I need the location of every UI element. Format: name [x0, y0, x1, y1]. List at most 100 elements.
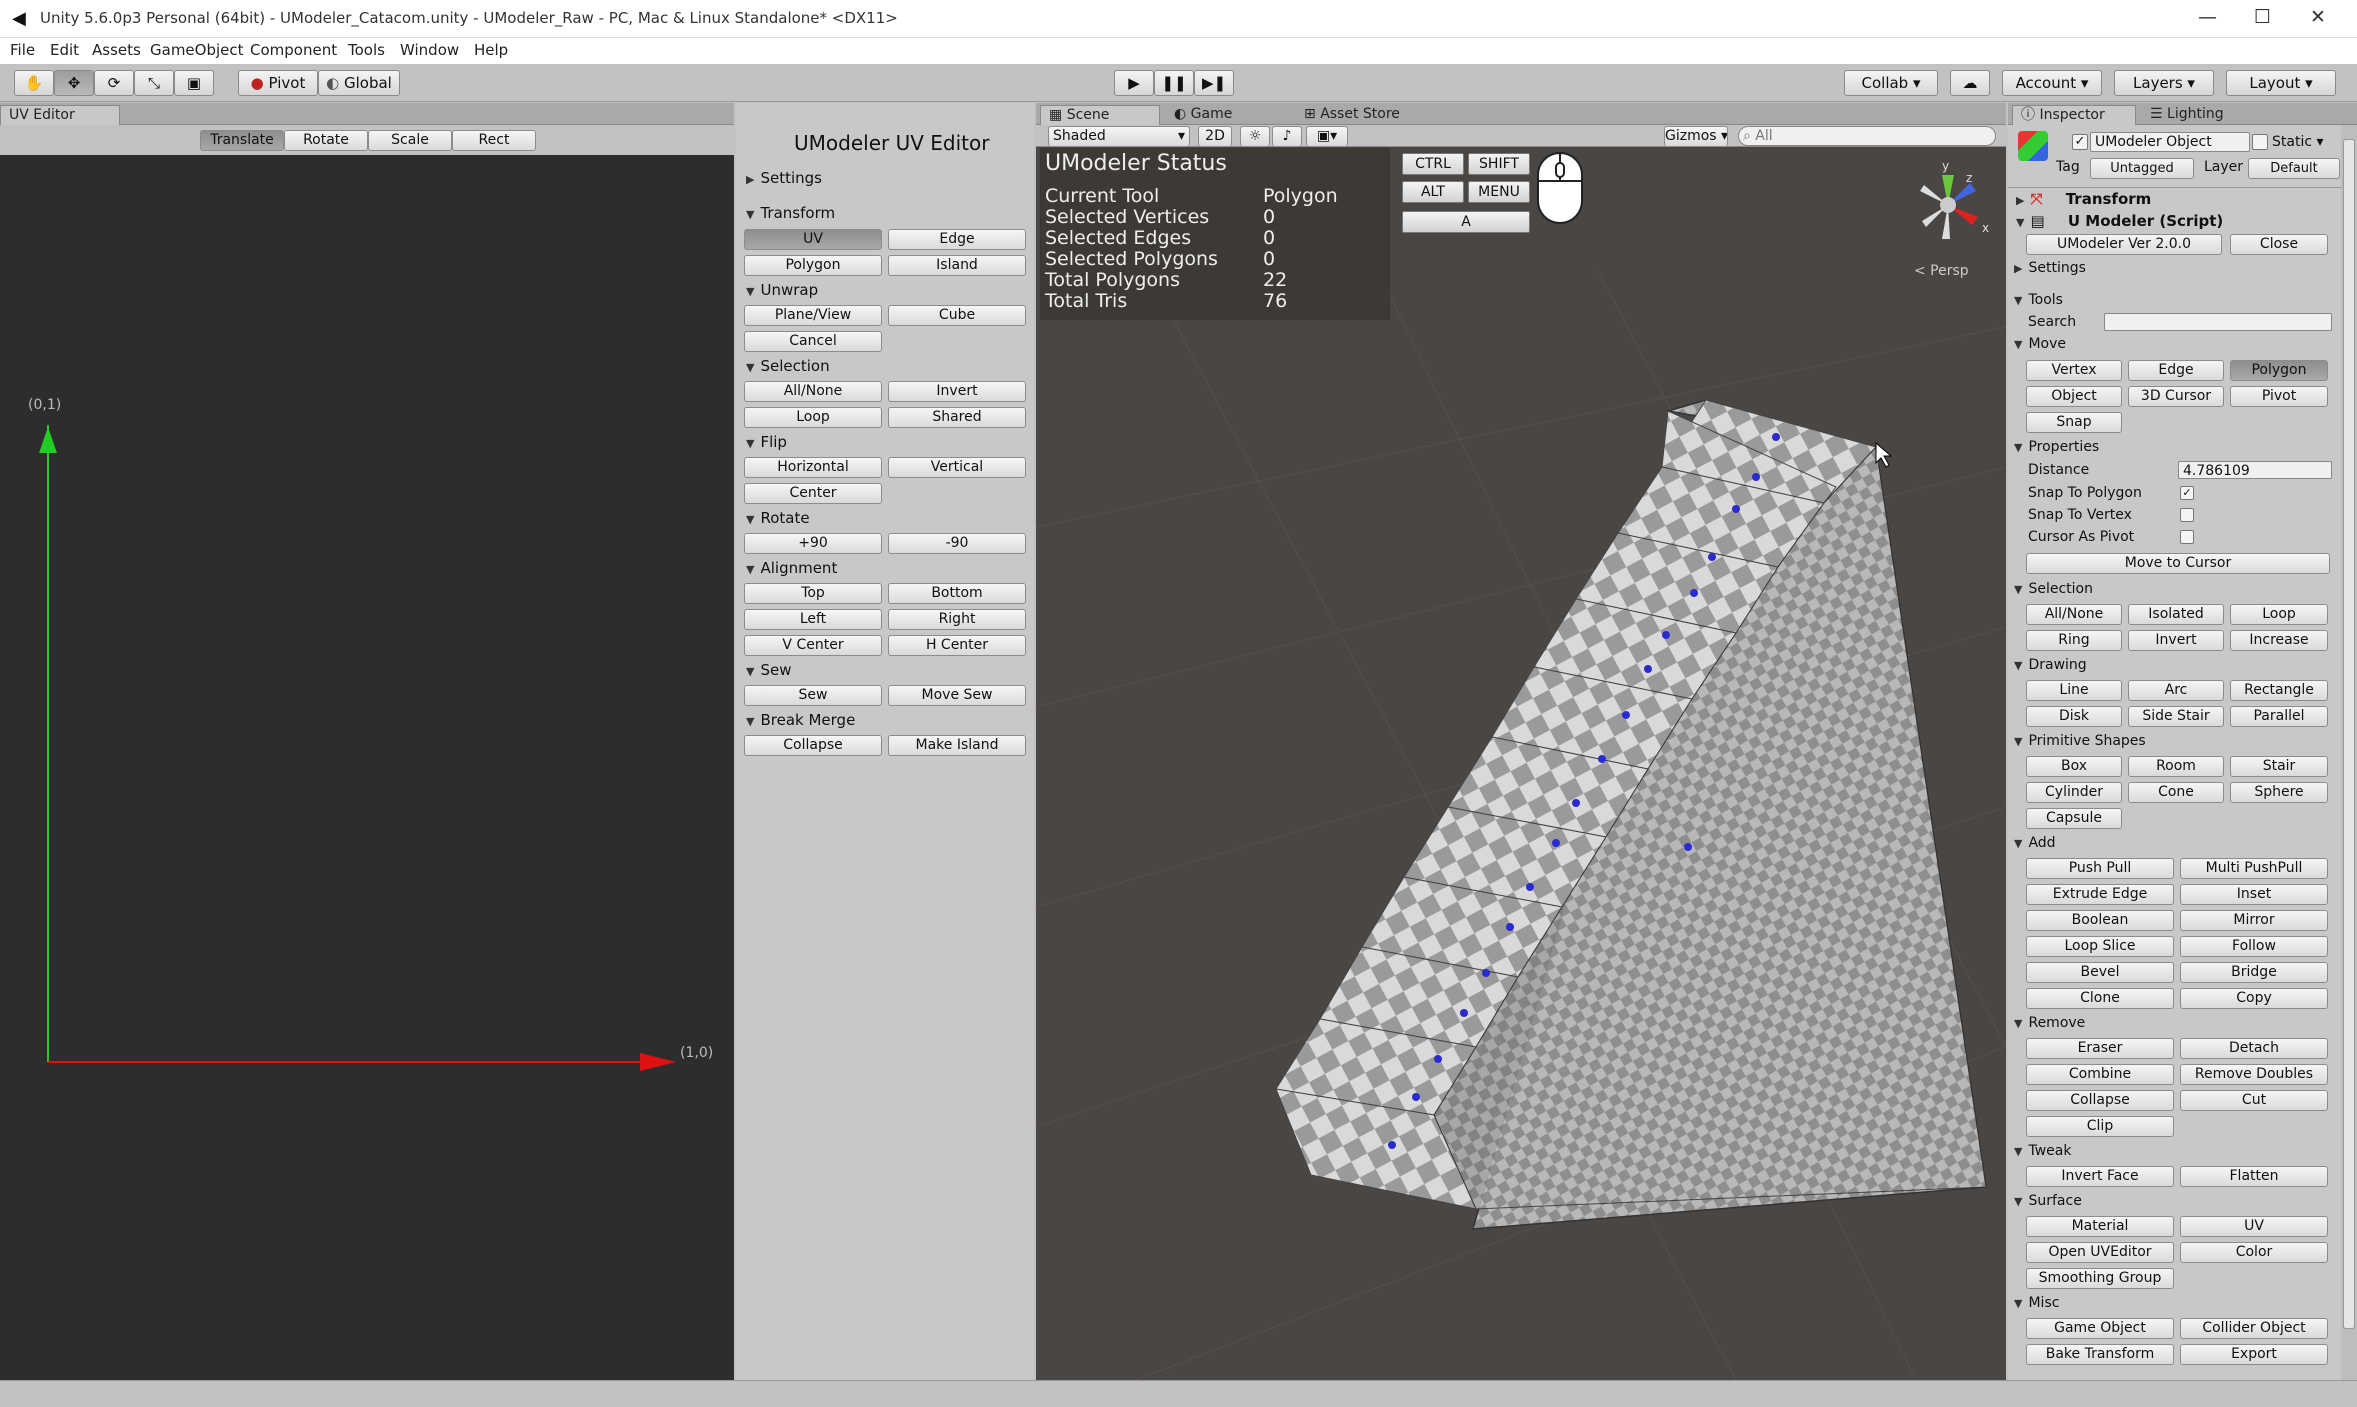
detach-button[interactable]: Detach [2180, 1038, 2328, 1059]
uv-all-none-button[interactable]: All/None [744, 381, 882, 402]
sel-all-none-button[interactable]: All/None [2026, 604, 2122, 625]
tab-scene[interactable]: ▦ Scene [1040, 105, 1160, 125]
persp-label[interactable]: < Persp [1914, 263, 1969, 279]
account-dropdown[interactable]: Account ▾ [2002, 70, 2102, 96]
move-to-cursor-button[interactable]: Move to Cursor [2026, 553, 2330, 574]
tab-inspector[interactable]: ⓘ Inspector [2012, 105, 2136, 125]
scene-viewport[interactable] [1036, 147, 2006, 1380]
inset-button[interactable]: Inset [2180, 884, 2328, 905]
sew-button[interactable]: Sew [744, 685, 882, 706]
extrude-edge-button[interactable]: Extrude Edge [2026, 884, 2174, 905]
move-object-button[interactable]: Object [2026, 386, 2122, 407]
snap-to-vertex-checkbox[interactable] [2180, 508, 2194, 522]
scale-tool-icon[interactable]: ⤡ [134, 70, 174, 96]
section-break-merge[interactable]: ▼ Break Merge [746, 711, 855, 729]
tag-dropdown[interactable]: Untagged [2090, 158, 2194, 179]
menu-component[interactable]: Component [250, 41, 337, 59]
inspector-section-settings[interactable]: ▶ Settings [2014, 260, 2086, 276]
smoothing-group-button[interactable]: Smoothing Group [2026, 1268, 2174, 1289]
rotate-tool-icon[interactable]: ⟳ [94, 70, 134, 96]
prim-capsule-button[interactable]: Capsule [2026, 808, 2122, 829]
cancel-unwrap-button[interactable]: Cancel [744, 331, 882, 352]
hand-tool-icon[interactable]: ✋ [14, 70, 54, 96]
push-pull-button[interactable]: Push Pull [2026, 858, 2174, 879]
menu-help[interactable]: Help [474, 41, 508, 59]
lighting-toggle-icon[interactable]: ☼ [1240, 126, 1270, 147]
distance-field[interactable]: 4.786109 [2178, 461, 2332, 479]
move-sew-button[interactable]: Move Sew [888, 685, 1026, 706]
flip-vertical-button[interactable]: Vertical [888, 457, 1026, 478]
layout-dropdown[interactable]: Layout ▾ [2226, 70, 2336, 96]
umodeler-script-header[interactable]: ▼ ▤ U Modeler (Script) [2016, 212, 2223, 230]
clip-button[interactable]: Clip [2026, 1116, 2174, 1137]
version-button[interactable]: UModeler Ver 2.0.0 [2026, 234, 2222, 255]
inspector-section-selection[interactable]: ▼ Selection [2014, 581, 2093, 597]
cube-unwrap-button[interactable]: Cube [888, 305, 1026, 326]
clone-button[interactable]: Clone [2026, 988, 2174, 1009]
uv-mode-island-button[interactable]: Island [888, 255, 1026, 276]
sel-isolated-button[interactable]: Isolated [2128, 604, 2224, 625]
uv-mode-scale[interactable]: Scale [368, 130, 452, 151]
combine-button[interactable]: Combine [2026, 1064, 2174, 1085]
section-rotate[interactable]: ▼ Rotate [746, 509, 810, 527]
cloud-icon[interactable]: ☁ [1950, 70, 1990, 96]
scene-search-input[interactable]: ⌕ All [1738, 126, 1996, 146]
inspector-section-tweak[interactable]: ▼ Tweak [2014, 1143, 2071, 1159]
copy-button[interactable]: Copy [2180, 988, 2328, 1009]
prim-cone-button[interactable]: Cone [2128, 782, 2224, 803]
cut-button[interactable]: Cut [2180, 1090, 2328, 1111]
uv-button[interactable]: UV [2180, 1216, 2328, 1237]
sel-invert-button[interactable]: Invert [2128, 630, 2224, 651]
sel-increase-button[interactable]: Increase [2230, 630, 2328, 651]
flatten-button[interactable]: Flatten [2180, 1166, 2328, 1187]
scrollbar-thumb[interactable] [2343, 139, 2355, 1329]
step-button[interactable]: ▶❚ [1194, 70, 1234, 96]
move-pivot-button[interactable]: Pivot [2230, 386, 2328, 407]
object-name-field[interactable]: UModeler Object [2090, 132, 2250, 152]
effects-toggle-icon[interactable]: ▣▾ [1306, 126, 1348, 147]
transform-component-header[interactable]: ▶ ⤧ Transform [2016, 190, 2151, 208]
section-transform[interactable]: ▼ Transform [746, 204, 835, 222]
material-button[interactable]: Material [2026, 1216, 2174, 1237]
menu-gameobject[interactable]: GameObject [150, 41, 244, 59]
tab-uv-editor[interactable]: UV Editor [0, 105, 120, 125]
inspector-section-move[interactable]: ▼ Move [2014, 336, 2066, 352]
prim-cylinder-button[interactable]: Cylinder [2026, 782, 2122, 803]
uv-invert-button[interactable]: Invert [888, 381, 1026, 402]
open-uveditor-button[interactable]: Open UVEditor [2026, 1242, 2174, 1263]
draw-side-stair-button[interactable]: Side Stair [2128, 706, 2224, 727]
sel-ring-button[interactable]: Ring [2026, 630, 2122, 651]
bridge-button[interactable]: Bridge [2180, 962, 2328, 983]
uv-mode-translate[interactable]: Translate [200, 130, 284, 151]
invert-face-button[interactable]: Invert Face [2026, 1166, 2174, 1187]
collider-object-button[interactable]: Collider Object [2180, 1318, 2328, 1339]
inspector-section-add[interactable]: ▼ Add [2014, 835, 2056, 851]
uv-shared-button[interactable]: Shared [888, 407, 1026, 428]
snap-to-polygon-checkbox[interactable]: ✓ [2180, 486, 2194, 500]
bake-transform-button[interactable]: Bake Transform [2026, 1344, 2174, 1365]
align-vcenter-button[interactable]: V Center [744, 635, 882, 656]
loop-slice-button[interactable]: Loop Slice [2026, 936, 2174, 957]
draw-rectangle-button[interactable]: Rectangle [2230, 680, 2328, 701]
flip-horizontal-button[interactable]: Horizontal [744, 457, 882, 478]
game-object-button[interactable]: Game Object [2026, 1318, 2174, 1339]
layer-dropdown[interactable]: Default [2248, 158, 2340, 179]
audio-toggle-icon[interactable]: ♪ [1272, 126, 1302, 147]
prim-room-button[interactable]: Room [2128, 756, 2224, 777]
pause-button[interactable]: ❚❚ [1154, 70, 1194, 96]
move-tool-icon[interactable]: ✥ [54, 70, 94, 96]
inspector-section-drawing[interactable]: ▼ Drawing [2014, 657, 2087, 673]
menu-edit[interactable]: Edit [50, 41, 79, 59]
section-settings[interactable]: ▶ Settings [746, 169, 822, 187]
uv-loop-button[interactable]: Loop [744, 407, 882, 428]
export-button[interactable]: Export [2180, 1344, 2328, 1365]
object-active-checkbox[interactable]: ✓ [2072, 134, 2088, 150]
inspector-section-surface[interactable]: ▼ Surface [2014, 1193, 2082, 1209]
uv-mode-rect[interactable]: Rect [452, 130, 536, 151]
minimize-icon[interactable]: — [2198, 6, 2217, 28]
align-hcenter-button[interactable]: H Center [888, 635, 1026, 656]
menu-window[interactable]: Window [400, 41, 459, 59]
flip-center-button[interactable]: Center [744, 483, 882, 504]
section-sew[interactable]: ▼ Sew [746, 661, 792, 679]
align-top-button[interactable]: Top [744, 583, 882, 604]
